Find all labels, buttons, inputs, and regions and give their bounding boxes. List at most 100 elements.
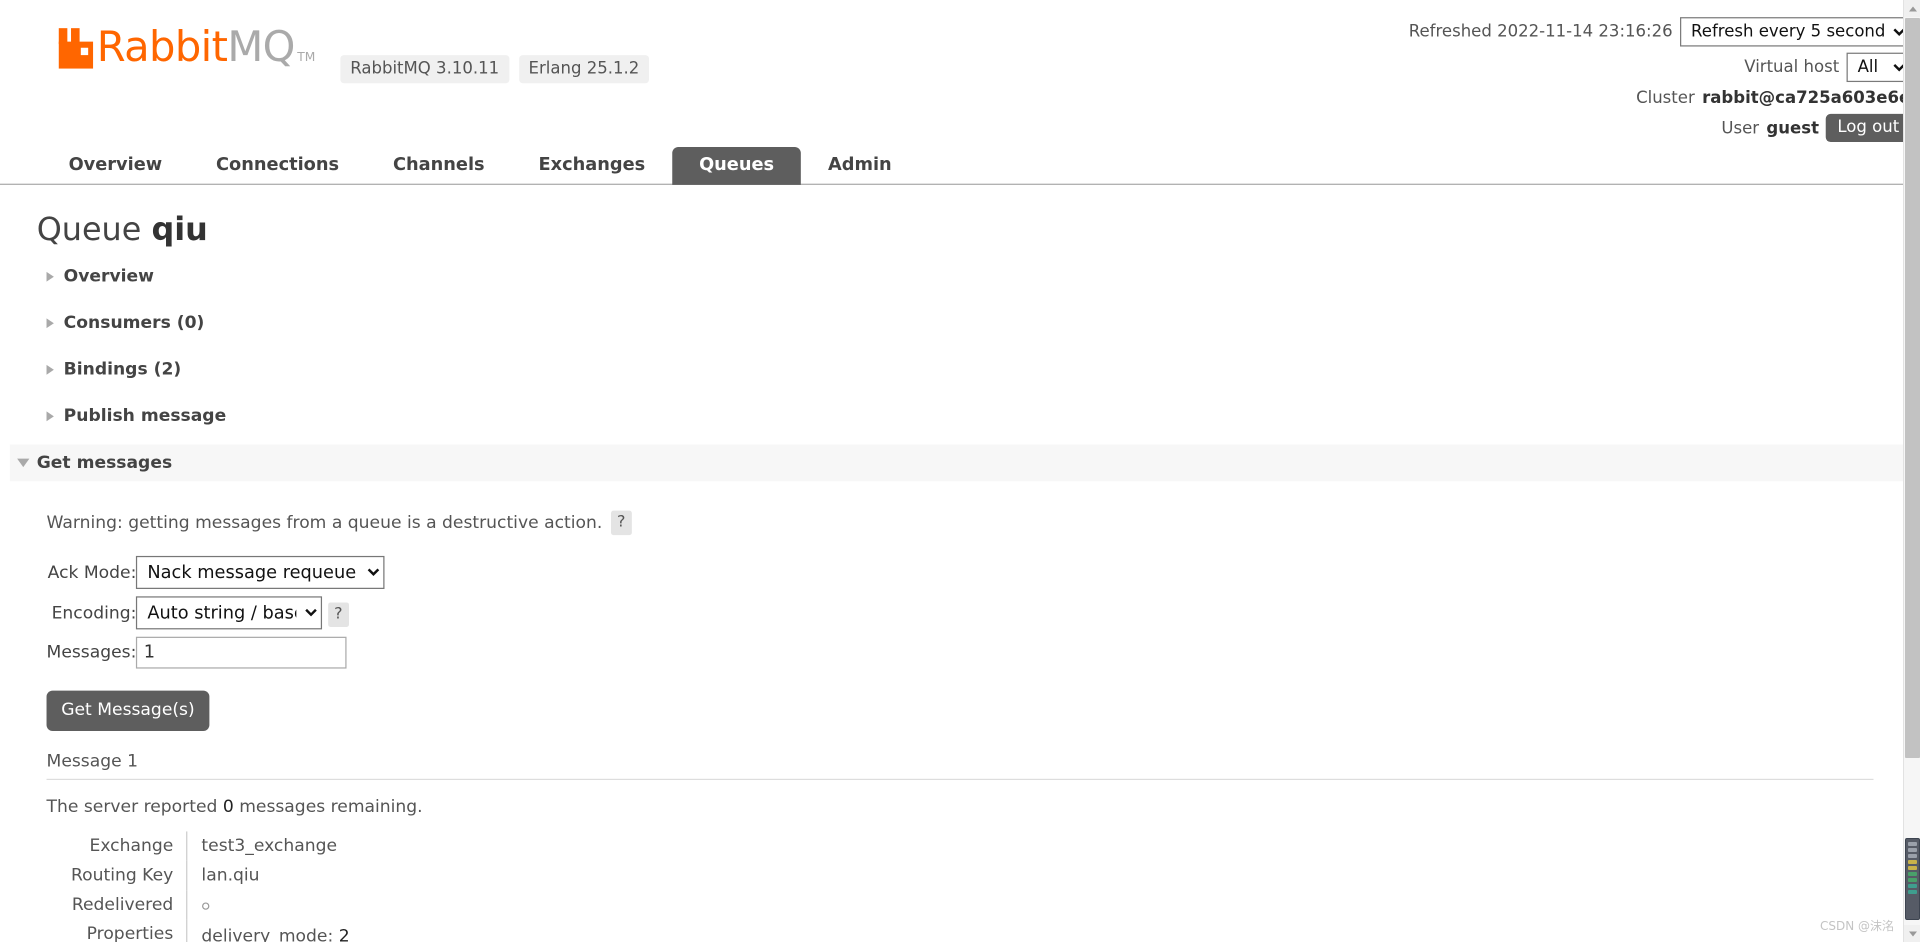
encoding-select[interactable]: Auto string / base64 — [136, 596, 323, 630]
nav-item-overview[interactable]: Overview — [42, 147, 189, 185]
chevron-down-icon — [17, 458, 30, 468]
scroll-down-arrow-icon[interactable] — [1904, 925, 1920, 942]
get-messages-form: Ack Mode: Nack message requeue true Enco… — [47, 552, 385, 672]
chevron-right-icon — [46, 364, 54, 375]
remaining-count: 0 — [222, 797, 234, 817]
section-header-bindings[interactable]: Bindings (2) — [37, 351, 1884, 388]
warning-help-icon[interactable]: ? — [610, 510, 632, 536]
table-row: Exchange test3_exchange — [36, 831, 1884, 861]
scroll-up-arrow-icon[interactable] — [1904, 0, 1920, 17]
property-key: delivery_mode: — [201, 926, 334, 942]
nav-link-admin[interactable]: Admin — [801, 147, 919, 185]
encoding-label: Encoding: — [51, 603, 137, 623]
rabbitmq-version-pill: RabbitMQ 3.10.11 — [340, 55, 509, 84]
message-result-heading: Message 1 — [46, 752, 1874, 781]
table-row: Redelivered — [36, 890, 1884, 920]
section-label-get-messages: Get messages — [36, 453, 173, 473]
table-row: Routing Key lan.qiu — [36, 860, 1884, 891]
scrollbar-thumb[interactable] — [1905, 18, 1920, 758]
messages-count-input[interactable] — [136, 636, 347, 669]
encoding-help-icon[interactable]: ? — [327, 601, 349, 627]
cluster-name: rabbit@ca725a603e6e — [1702, 88, 1911, 108]
messages-remaining-text: The server reported 0 messages remaining… — [47, 797, 1884, 817]
user-label: User — [1721, 118, 1760, 138]
remaining-prefix: The server reported — [46, 797, 223, 817]
section-overview: Overview — [37, 258, 1884, 295]
table-row: Properties delivery_mode: 2 headers: — [36, 919, 1884, 942]
encoding-row: Encoding: Auto string / base64 ? — [47, 593, 385, 633]
routing-key-value: lan.qiu — [201, 865, 260, 886]
logo-brand-grey: MQ — [227, 23, 295, 73]
main-content: Queue qiu Overview Consumers (0) Binding… — [0, 212, 1920, 942]
section-header-get-messages[interactable]: Get messages — [9, 444, 1911, 482]
routing-key-label: Routing Key — [36, 860, 187, 891]
redelivered-false-icon — [201, 902, 209, 910]
user-name: guest — [1766, 118, 1819, 138]
nav-item-connections[interactable]: Connections — [189, 147, 366, 185]
nav-item-exchanges[interactable]: Exchanges — [512, 147, 673, 185]
section-publish-message: Publish message — [37, 398, 1884, 435]
remaining-suffix: messages remaining. — [233, 797, 423, 817]
section-consumers: Consumers (0) — [37, 305, 1884, 342]
main-navigation: Overview Connections Channels Exchanges … — [0, 144, 1920, 185]
logo-wordmark: RabbitMQ — [97, 27, 296, 69]
nav-link-channels[interactable]: Channels — [366, 147, 512, 185]
chevron-right-icon — [46, 318, 54, 329]
version-pills: RabbitMQ 3.10.11 Erlang 25.1.2 — [340, 55, 650, 84]
section-label-bindings: Bindings (2) — [63, 360, 182, 380]
nav-link-overview[interactable]: Overview — [42, 147, 189, 185]
section-header-overview[interactable]: Overview — [37, 258, 1884, 295]
app-header: RabbitMQ TM RabbitMQ 3.10.11 Erlang 25.1… — [0, 0, 1920, 144]
chevron-right-icon — [46, 411, 54, 422]
cluster-label: Cluster — [1636, 88, 1695, 108]
cluster-row: Cluster rabbit@ca725a603e6e — [1409, 88, 1910, 108]
browser-page: RabbitMQ TM RabbitMQ 3.10.11 Erlang 25.1… — [0, 0, 1920, 942]
vhost-row: Virtual host All — [1409, 52, 1911, 83]
redelivered-label: Redelivered — [36, 890, 187, 920]
nav-item-channels[interactable]: Channels — [366, 147, 512, 185]
nav-link-exchanges[interactable]: Exchanges — [512, 147, 673, 185]
erlang-version-pill: Erlang 25.1.2 — [518, 55, 650, 84]
user-row: User guest Log out — [1409, 113, 1911, 143]
nav-link-queues[interactable]: Queues — [672, 146, 802, 185]
logout-button[interactable]: Log out — [1826, 113, 1911, 143]
property-value: 2 — [338, 926, 350, 942]
message-details-table: Exchange test3_exchange Routing Key lan.… — [36, 831, 1884, 942]
section-header-publish-message[interactable]: Publish message — [37, 398, 1884, 435]
section-bindings: Bindings (2) — [37, 351, 1884, 388]
ack-mode-label: Ack Mode: — [47, 562, 137, 583]
exchange-label: Exchange — [36, 831, 187, 861]
page-title: Queue qiu — [37, 212, 1884, 249]
section-label-consumers: Consumers (0) — [63, 313, 205, 334]
rabbitmq-logo[interactable]: RabbitMQ TM — [58, 27, 316, 69]
messages-count-row: Messages: — [47, 633, 385, 672]
refresh-row: Refreshed 2022-11-14 23:16:26 Refresh ev… — [1408, 17, 1911, 47]
header-controls: Refreshed 2022-11-14 23:16:26 Refresh ev… — [1408, 17, 1911, 148]
messages-label: Messages: — [46, 642, 137, 663]
exchange-value: test3_exchange — [201, 836, 338, 856]
section-label-publish-message: Publish message — [63, 406, 227, 427]
ack-mode-row: Ack Mode: Nack message requeue true — [47, 552, 385, 592]
properties-label: Properties — [36, 919, 187, 942]
nav-item-queues[interactable]: Queues — [672, 146, 802, 185]
chevron-right-icon — [46, 271, 54, 282]
page-title-queue-name: qiu — [151, 211, 208, 249]
csdn-watermark: CSDN @沫洺 — [1819, 919, 1894, 933]
get-messages-button[interactable]: Get Message(s) — [46, 690, 210, 732]
logo-trademark: TM — [297, 51, 316, 65]
vhost-select[interactable]: All — [1846, 52, 1911, 83]
logo-brand-orange: Rabbit — [96, 23, 228, 73]
ack-mode-select[interactable]: Nack message requeue true — [136, 555, 385, 589]
page-title-prefix: Queue — [36, 211, 152, 249]
vhost-label: Virtual host — [1744, 57, 1840, 78]
nav-link-connections[interactable]: Connections — [189, 147, 366, 185]
refreshed-timestamp: Refreshed 2022-11-14 23:16:26 — [1408, 22, 1673, 42]
nav-item-admin[interactable]: Admin — [801, 147, 919, 185]
section-get-messages: Get messages Warning: getting messages f… — [9, 444, 1911, 942]
section-header-consumers[interactable]: Consumers (0) — [37, 305, 1884, 342]
section-label-overview: Overview — [63, 266, 155, 287]
refresh-interval-select[interactable]: Refresh every 5 seconds — [1680, 17, 1911, 47]
vertical-scrollbar[interactable] — [1903, 0, 1920, 942]
rabbit-logo-icon — [58, 28, 94, 69]
destructive-action-warning: Warning: getting messages from a queue i… — [47, 510, 1884, 536]
